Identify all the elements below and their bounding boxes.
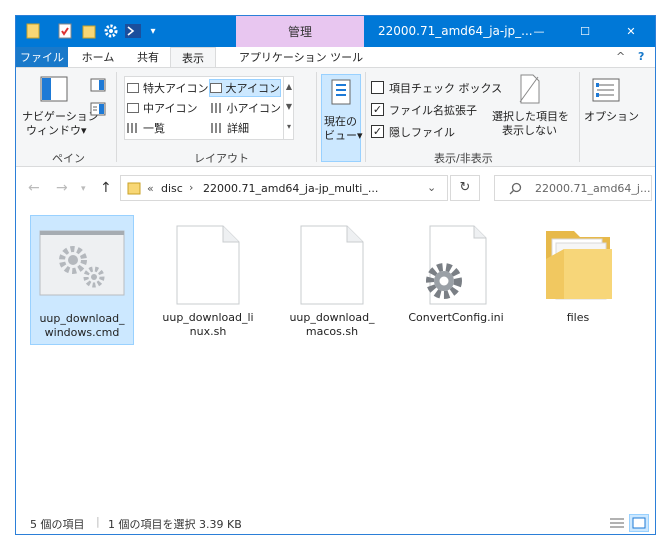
navigation-pane-label2[interactable]: ウィンドウ▾ <box>26 122 87 138</box>
showhide-group-label: 表示/非表示 <box>434 152 493 165</box>
file-extensions-checkbox[interactable]: ✓ <box>371 103 384 116</box>
tab-file[interactable]: ファイル <box>16 47 68 67</box>
folder-icon <box>546 231 612 300</box>
search-icon <box>509 182 522 195</box>
medium-icons-icon <box>127 103 139 113</box>
layout-extra-large-icons[interactable]: 特大アイコン <box>127 79 209 97</box>
document-icon <box>176 225 240 305</box>
ribbon-tabs: ファイル ホーム 共有 表示 アプリケーション ツール ^ ? <box>16 47 655 68</box>
hide-selected-icon[interactable] <box>518 74 542 107</box>
explorer-window: ▾ 管理 22000.71_amd64_ja-jp_... — ☐ ✕ ファイル… <box>15 15 656 535</box>
ribbon-separator <box>365 72 366 162</box>
maximize-button[interactable]: ☐ <box>562 16 608 47</box>
breadcrumb-folder[interactable]: 22000.71_amd64_ja-jp_multi_... <box>203 182 378 195</box>
layout-details[interactable]: 詳細 <box>211 119 281 137</box>
search-box[interactable]: 22000.71_amd64_j... <box>494 175 652 201</box>
file-name: files <box>566 311 590 324</box>
preview-pane-icon[interactable] <box>90 78 106 95</box>
ribbon-view: ナビゲーション ウィンドウ▾ ペイン 特大アイコン 大アイコン 中アイコン 小ア… <box>16 67 655 167</box>
new-folder-icon[interactable] <box>78 20 100 42</box>
file-name: ConvertConfig.ini <box>408 311 504 324</box>
search-placeholder: 22000.71_amd64_j... <box>535 182 651 195</box>
tab-home[interactable]: ホーム <box>72 47 124 67</box>
breadcrumb-separator[interactable]: › <box>189 181 193 194</box>
item-checkbox-label[interactable]: 項目チェック ボックス <box>389 80 502 96</box>
tab-application-tools[interactable]: アプリケーション ツール <box>238 47 364 67</box>
large-icons-view-icon[interactable] <box>629 514 649 532</box>
hidden-items-checkbox[interactable]: ✓ <box>371 125 384 138</box>
large-icons-icon <box>210 83 222 93</box>
file-item-convertconfig-ini[interactable]: ConvertConfig.ini <box>404 215 508 345</box>
small-icons-icon <box>211 103 223 113</box>
breadcrumb-disc[interactable]: disc <box>161 182 183 195</box>
file-extensions-label[interactable]: ファイル名拡張子 <box>389 102 477 118</box>
layout-list[interactable]: 一覧 <box>127 119 209 137</box>
batch-file-icon <box>39 230 125 296</box>
ribbon-separator <box>116 72 117 162</box>
window-title: 22000.71_amd64_ja-jp_... <box>378 24 533 38</box>
address-dropdown-icon[interactable]: ⌄ <box>427 181 436 194</box>
layout-large-icons[interactable]: 大アイコン <box>209 79 281 97</box>
list-icon <box>127 123 139 133</box>
selection-info: 1 個の項目を選択 3.39 KB <box>108 518 242 531</box>
file-name: uup_download_li nux.sh <box>162 311 254 338</box>
options-icon[interactable] <box>592 78 620 105</box>
breadcrumb-overflow[interactable]: « <box>147 182 154 195</box>
layout-medium-icons[interactable]: 中アイコン <box>127 99 209 117</box>
ribbon-separator <box>579 72 580 162</box>
recent-locations-icon[interactable]: ▾ <box>81 184 86 194</box>
file-list[interactable]: uup_download_ windows.cmd uup_download_li… <box>16 207 655 512</box>
details-icon <box>211 123 223 133</box>
help-icon[interactable]: ? <box>638 50 644 63</box>
file-name: uup_download_ windows.cmd <box>39 312 125 339</box>
gear-icon[interactable] <box>100 20 122 42</box>
file-item-windows-cmd[interactable]: uup_download_ windows.cmd <box>30 215 134 345</box>
item-checkbox-checkbox[interactable] <box>371 81 384 94</box>
folder-item-files[interactable]: files <box>526 215 630 345</box>
layout-scroll-icon[interactable]: ▲ ▼ ▾ <box>283 77 294 139</box>
layout-group-label: レイアウト <box>194 152 249 165</box>
manage-context-tab[interactable]: 管理 <box>236 16 364 47</box>
current-view-icon <box>331 79 351 105</box>
ribbon-collapse-icon[interactable]: ^ <box>616 50 625 63</box>
folder-icon <box>22 20 44 42</box>
document-icon <box>300 225 364 305</box>
hide-selected-label2[interactable]: 表示しない <box>502 122 557 138</box>
powershell-icon[interactable] <box>122 20 144 42</box>
navigation-pane-icon[interactable] <box>40 76 68 105</box>
item-count: 5 個の項目 <box>30 518 85 531</box>
address-bar[interactable]: « disc › 22000.71_amd64_ja-jp_multi_... … <box>120 175 448 201</box>
details-view-icon[interactable] <box>608 515 626 531</box>
forward-arrow-icon[interactable]: → <box>56 180 68 196</box>
layout-gallery: 特大アイコン 大アイコン 中アイコン 小アイコン 一覧 詳細 ▲ ▼ ▾ <box>124 76 294 140</box>
tab-share[interactable]: 共有 <box>128 47 168 67</box>
pane-group-label: ペイン <box>52 152 85 165</box>
status-divider: | <box>96 515 100 528</box>
options-label[interactable]: オプション <box>584 108 639 124</box>
up-arrow-icon[interactable]: ↑ <box>100 180 112 196</box>
tab-view[interactable]: 表示 <box>170 47 216 68</box>
refresh-icon[interactable]: ↻ <box>450 175 480 201</box>
title-bar[interactable]: ▾ 管理 22000.71_amd64_ja-jp_... — ☐ ✕ <box>16 16 655 47</box>
hidden-items-label[interactable]: 隠しファイル <box>389 124 455 140</box>
details-pane-icon[interactable] <box>90 102 106 119</box>
properties-icon[interactable] <box>54 20 76 42</box>
status-bar: 5 個の項目 | 1 個の項目を選択 3.39 KB <box>16 512 655 534</box>
file-name: uup_download_ macos.sh <box>289 311 375 338</box>
folder-icon <box>127 182 141 195</box>
ribbon-separator <box>316 72 317 162</box>
quick-access-dropdown-icon[interactable]: ▾ <box>142 20 164 42</box>
settings-file-icon <box>426 225 487 305</box>
current-view-label2: ビュー▾ <box>324 129 363 142</box>
current-view-button[interactable]: 現在の ビュー▾ <box>321 74 363 162</box>
navigation-bar: ← → ▾ ↑ « disc › 22000.71_amd64_ja-jp_mu… <box>16 167 655 207</box>
file-item-macos-sh[interactable]: uup_download_ macos.sh <box>280 215 384 345</box>
close-button[interactable]: ✕ <box>608 16 654 47</box>
layout-small-icons[interactable]: 小アイコン <box>211 99 281 117</box>
back-arrow-icon[interactable]: ← <box>28 180 40 196</box>
minimize-button[interactable]: — <box>516 16 562 47</box>
file-item-linux-sh[interactable]: uup_download_li nux.sh <box>156 215 260 345</box>
extra-large-icons-icon <box>127 83 139 93</box>
